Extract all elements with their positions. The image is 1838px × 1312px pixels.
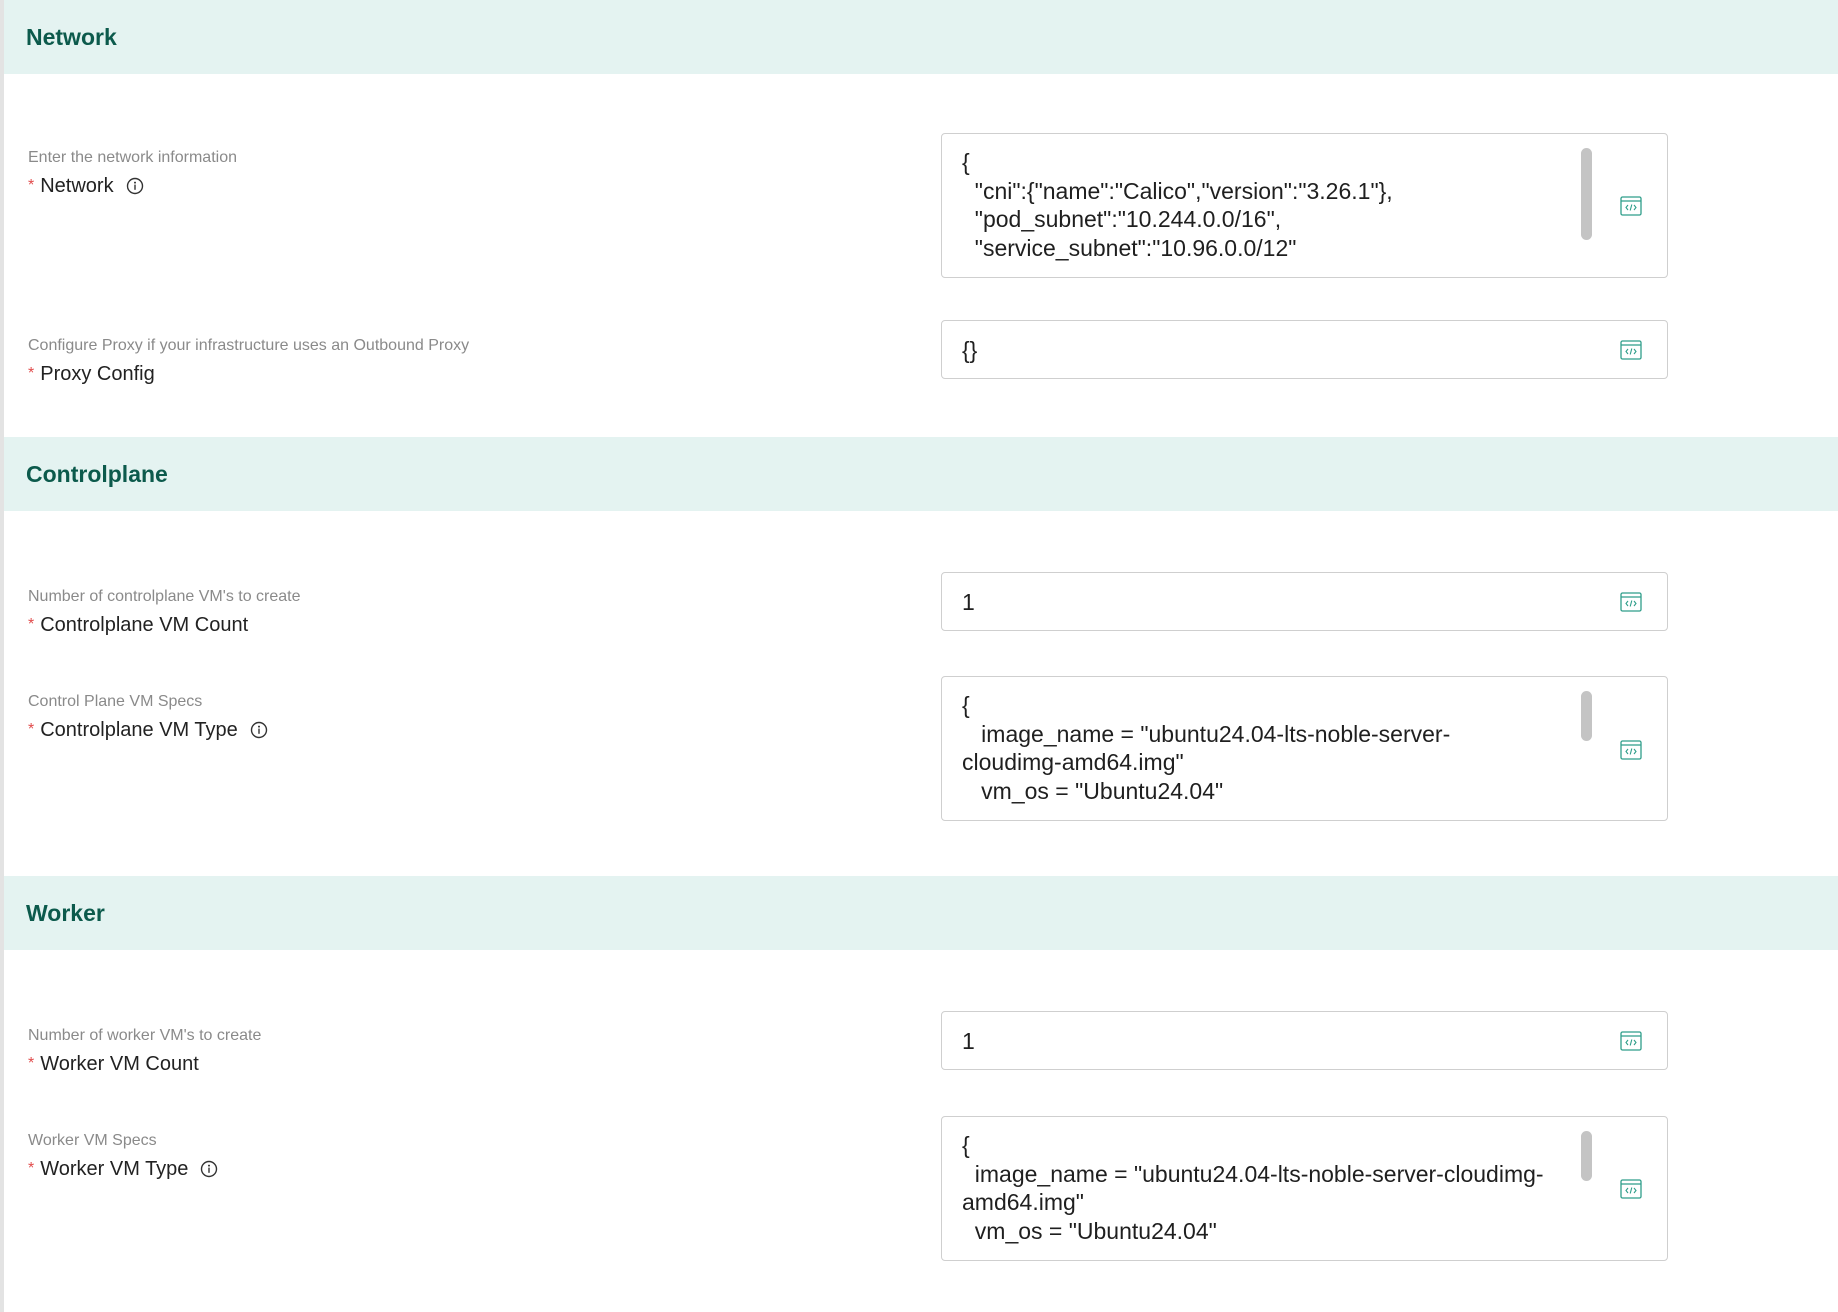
code-editor-icon[interactable]	[1619, 194, 1643, 218]
section-title: Worker	[26, 899, 105, 926]
code-editor-icon[interactable]	[1619, 738, 1643, 762]
proxy-config-label-group: Configure Proxy if your infrastructure u…	[28, 336, 469, 386]
field-help-text: Control Plane VM Specs	[28, 693, 203, 710]
controlplane-type-value[interactable]: { image_name = "ubuntu24.04-lts-noble-se…	[962, 691, 1575, 805]
controlplane-type-field[interactable]: { image_name = "ubuntu24.04-lts-noble-se…	[941, 676, 1668, 821]
field-label: Controlplane VM Type	[40, 719, 238, 741]
info-icon[interactable]	[126, 177, 144, 195]
worker-count-field[interactable]: 1	[941, 1011, 1668, 1070]
field-label-row: * Controlplane VM Type	[28, 718, 268, 742]
worker-count-label-group: Number of worker VM's to create * Worker…	[28, 1026, 261, 1076]
field-label-row: * Proxy Config	[28, 362, 469, 386]
section-header-controlplane: Controlplane	[4, 437, 1838, 511]
required-marker: *	[28, 1160, 35, 1177]
field-label: Proxy Config	[40, 363, 155, 385]
required-marker: *	[28, 365, 35, 382]
section-title: Controlplane	[26, 460, 168, 487]
network-value[interactable]: { "cni":{"name":"Calico","version":"3.26…	[962, 148, 1575, 262]
required-marker: *	[28, 1055, 35, 1072]
section-header-network: Network	[4, 0, 1838, 74]
info-icon[interactable]	[200, 1160, 218, 1178]
controlplane-count-label-group: Number of controlplane VM's to create * …	[28, 587, 301, 637]
field-label-row: * Controlplane VM Count	[28, 613, 301, 637]
worker-type-label-group: Worker VM Specs * Worker VM Type	[28, 1131, 218, 1181]
field-label-row: * Worker VM Type	[28, 1157, 218, 1181]
field-label: Network	[40, 175, 114, 197]
field-label-row: * Network	[28, 174, 237, 198]
required-marker: *	[28, 177, 35, 194]
worker-type-value[interactable]: { image_name = "ubuntu24.04-lts-noble-se…	[962, 1131, 1575, 1245]
code-editor-icon[interactable]	[1619, 1177, 1643, 1201]
field-label-row: * Worker VM Count	[28, 1052, 261, 1076]
field-help-text: Number of controlplane VM's to create	[28, 588, 301, 605]
worker-count-value[interactable]: 1	[962, 1026, 1567, 1055]
scrollbar-thumb[interactable]	[1581, 691, 1592, 741]
worker-type-field[interactable]: { image_name = "ubuntu24.04-lts-noble-se…	[941, 1116, 1668, 1261]
field-label: Worker VM Count	[40, 1053, 199, 1075]
controlplane-type-label-group: Control Plane VM Specs * Controlplane VM…	[28, 692, 268, 742]
proxy-config-field[interactable]: {}	[941, 320, 1668, 379]
required-marker: *	[28, 721, 35, 738]
code-editor-icon[interactable]	[1619, 590, 1643, 614]
field-help-text: Number of worker VM's to create	[28, 1027, 262, 1044]
proxy-config-value[interactable]: {}	[962, 335, 1567, 364]
network-field[interactable]: { "cni":{"name":"Calico","version":"3.26…	[941, 133, 1668, 278]
info-icon[interactable]	[250, 721, 268, 739]
controlplane-count-field[interactable]: 1	[941, 572, 1668, 631]
controlplane-count-value[interactable]: 1	[962, 587, 1567, 616]
field-help-text: Configure Proxy if your infrastructure u…	[28, 337, 470, 354]
scrollbar-thumb[interactable]	[1581, 148, 1592, 240]
section-title: Network	[26, 23, 117, 50]
field-help-text: Enter the network information	[28, 149, 237, 166]
code-editor-icon[interactable]	[1619, 1029, 1643, 1053]
field-label: Controlplane VM Count	[40, 614, 249, 636]
scrollbar-thumb[interactable]	[1581, 1131, 1592, 1181]
field-label: Worker VM Type	[40, 1158, 189, 1180]
field-help-text: Worker VM Specs	[28, 1132, 157, 1149]
section-header-worker: Worker	[4, 876, 1838, 950]
code-editor-icon[interactable]	[1619, 338, 1643, 362]
required-marker: *	[28, 616, 35, 633]
network-label-group: Enter the network information * Network	[28, 148, 237, 198]
cluster-config-form: Network Enter the network information * …	[0, 0, 1838, 1312]
